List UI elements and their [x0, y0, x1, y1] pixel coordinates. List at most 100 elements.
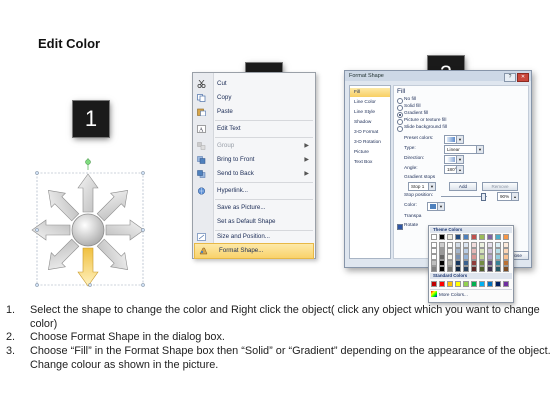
theme-color-swatch[interactable] [455, 234, 461, 240]
menu-item-format-shape[interactable]: Format Shape... [194, 243, 314, 259]
category-line-color[interactable]: Line Color [350, 98, 390, 107]
rotate-with-shape-checkbox[interactable] [397, 224, 403, 230]
dialog-titlebar: Format Shape ? ✕ [345, 71, 531, 82]
standard-color-swatch[interactable] [487, 281, 493, 287]
standard-colors-header: Standard Colors [430, 273, 512, 279]
gradient-stops-label: Gradient stops [404, 175, 436, 180]
menu-divider [215, 182, 313, 183]
close-icon[interactable]: ✕ [517, 73, 529, 82]
category-line-style[interactable]: Line Style [350, 108, 390, 117]
rotate-label: Rotate [404, 223, 419, 228]
instruction-item: 3. Choose “Fill” in the Format Shape box… [6, 345, 551, 371]
preset-colors-label: Preset colors: [404, 136, 434, 141]
theme-color-swatch[interactable] [495, 234, 501, 240]
standard-color-swatch[interactable] [431, 281, 437, 287]
standard-color-swatch[interactable] [471, 281, 477, 287]
angle-input[interactable]: 180° ▴ [444, 165, 464, 174]
radio-solid-fill[interactable] [397, 105, 403, 111]
stop-dropdown[interactable]: Stop 1 ▼ [408, 182, 436, 191]
theme-color-swatch[interactable] [479, 234, 485, 240]
menu-item-edit-text[interactable]: A Edit Text [193, 122, 315, 136]
add-stop-button[interactable]: Add [449, 182, 477, 191]
menu-item-save-as-picture[interactable]: Save as Picture... [193, 201, 315, 215]
fill-section-title: Fill [397, 88, 406, 95]
menu-item-set-default-shape[interactable]: Set as Default Shape [193, 215, 315, 229]
help-button[interactable]: ? [504, 73, 516, 82]
submenu-arrow-icon: ▶ [304, 171, 309, 177]
category-fill[interactable]: Fill [350, 88, 390, 97]
radial-arrows-shape[interactable] [30, 158, 150, 288]
menu-item-send-to-back[interactable]: Send to Back ▶ [193, 167, 315, 181]
menu-item-hyperlink[interactable]: Hyperlink... [193, 184, 315, 198]
remove-stop-button[interactable]: Remove [482, 182, 518, 191]
theme-shade-swatch[interactable] [495, 266, 501, 272]
category-picture[interactable]: Picture [350, 148, 390, 157]
angle-label: Angle: [404, 166, 418, 171]
standard-color-swatch[interactable] [479, 281, 485, 287]
theme-shade-swatch[interactable] [479, 266, 485, 272]
instruction-item: 1. Select the shape to change the color … [6, 304, 540, 330]
stop-position-input[interactable]: 90% ▴ [497, 192, 519, 201]
theme-shade-swatch[interactable] [487, 266, 493, 272]
theme-shade-swatch[interactable] [439, 266, 445, 272]
theme-color-swatch[interactable] [439, 234, 445, 240]
standard-color-swatch[interactable] [439, 281, 445, 287]
standard-color-swatch[interactable] [455, 281, 461, 287]
radio-slide-background-fill[interactable] [397, 126, 403, 132]
submenu-arrow-icon: ▶ [304, 157, 309, 163]
send-back-icon [197, 170, 206, 178]
menu-item-label: Cut [217, 80, 227, 87]
menu-item-bring-to-front[interactable]: Bring to Front ▶ [193, 153, 315, 167]
theme-shade-swatch[interactable] [447, 266, 453, 272]
theme-shade-swatch[interactable] [431, 266, 437, 272]
stop-position-label: Stop position: [404, 193, 434, 198]
menu-item-label: Bring to Front [217, 156, 255, 163]
theme-shade-swatch[interactable] [463, 266, 469, 272]
menu-divider [215, 120, 313, 121]
theme-color-swatch[interactable] [503, 234, 509, 240]
type-dropdown[interactable]: Linear ▼ [444, 145, 484, 154]
dialog-title: Format Shape [349, 73, 384, 79]
standard-color-swatch[interactable] [503, 281, 509, 287]
submenu-arrow-icon: ▶ [304, 143, 309, 149]
standard-color-swatch[interactable] [447, 281, 453, 287]
menu-item-cut[interactable]: Cut [193, 77, 315, 91]
direction-dropdown[interactable]: ▼ [444, 155, 464, 164]
standard-color-swatch[interactable] [495, 281, 501, 287]
category-3d-format[interactable]: 3-D Format [350, 128, 390, 137]
step-1-badge: 1 [73, 101, 109, 137]
theme-color-swatch[interactable] [447, 234, 453, 240]
slider-thumb[interactable] [481, 193, 486, 201]
menu-item-label: Format Shape... [219, 247, 264, 254]
menu-item-label: Copy [217, 94, 232, 101]
menu-item-copy[interactable]: Copy [193, 91, 315, 105]
paste-icon [197, 108, 206, 117]
category-shadow[interactable]: Shadow [350, 118, 390, 127]
preset-colors-dropdown[interactable]: ▼ [444, 135, 464, 144]
svg-text:A: A [199, 128, 204, 134]
transparency-label: Transpa [404, 214, 422, 219]
theme-color-swatch[interactable] [463, 234, 469, 240]
more-colors-link[interactable]: More Colors... [439, 292, 468, 298]
theme-color-swatch[interactable] [487, 234, 493, 240]
category-text-box[interactable]: Text Box [350, 158, 390, 167]
color-palette-dropdown: Theme Colors Standard Colors More Colors… [428, 225, 514, 303]
theme-color-swatch[interactable] [471, 234, 477, 240]
theme-shade-swatch[interactable] [455, 266, 461, 272]
theme-color-swatch[interactable] [431, 234, 437, 240]
menu-item-size-and-position[interactable]: Size and Position... [193, 230, 315, 244]
radio-picture-fill[interactable] [397, 119, 403, 125]
menu-item-paste[interactable]: Paste [193, 105, 315, 119]
radio-label: Picture or texture fill [404, 118, 447, 123]
theme-shade-swatch[interactable] [503, 266, 509, 272]
menu-item-label: Size and Position... [217, 233, 270, 240]
menu-item-label: Edit Text [217, 125, 241, 132]
radio-gradient-fill[interactable] [397, 112, 403, 118]
scissors-icon [197, 79, 206, 89]
standard-color-swatch[interactable] [463, 281, 469, 287]
menu-item-group[interactable]: Group ▶ [193, 139, 315, 153]
color-dropdown[interactable]: ▼ [427, 202, 445, 211]
theme-shade-swatch[interactable] [471, 266, 477, 272]
radio-no-fill[interactable] [397, 98, 403, 104]
category-3d-rotation[interactable]: 3-D Rotation [350, 138, 390, 147]
